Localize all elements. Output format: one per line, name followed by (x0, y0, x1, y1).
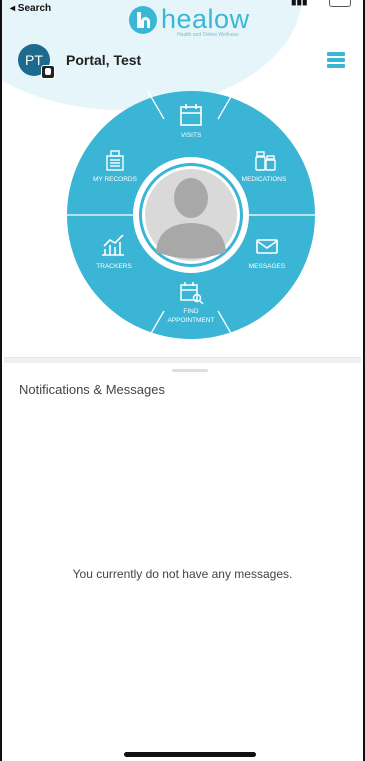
signal-icon: ▮▮▮ (291, 0, 308, 7)
avatar-initials: PT (25, 52, 43, 68)
user-profile[interactable]: PT Portal, Test (18, 44, 142, 79)
wheel-label-appointment: APPOINTMENT (168, 317, 215, 324)
healow-logo-icon (129, 6, 157, 34)
wheel-label-messages: MESSAGES (249, 263, 286, 270)
battery-icon (329, 0, 351, 7)
home-indicator[interactable] (124, 752, 256, 757)
wheel-label-trackers: TRACKERS (96, 263, 132, 270)
profile-photo-placeholder[interactable] (145, 169, 237, 261)
healow-logo: healow Health and Online Wellness (129, 6, 250, 38)
brand-name: healow (161, 4, 250, 34)
user-name: Portal, Test (66, 52, 142, 68)
dashboard-wheel: VISITS MEDICATIONS MESSAGES FIND APPOINT… (66, 90, 316, 340)
grid-menu-icon[interactable] (327, 52, 345, 68)
wheel-label-medications: MEDICATIONS (242, 176, 287, 183)
contact-card-icon (41, 65, 55, 79)
wheel-label-my-records: MY RECORDS (93, 176, 138, 183)
app-screen: ◂ Search ▮▮▮ healow Health and Online We… (0, 0, 365, 761)
brand-tagline: Health and Online Wellness (177, 32, 239, 38)
back-to-search-link[interactable]: ◂ Search (10, 3, 51, 14)
avatar[interactable]: PT (18, 44, 55, 79)
drag-handle[interactable] (172, 369, 208, 372)
empty-messages-text: You currently do not have any messages. (72, 567, 293, 581)
wheel-label-visits: VISITS (181, 132, 202, 139)
section-divider (4, 357, 361, 363)
notifications-title: Notifications & Messages (19, 382, 165, 397)
status-indicators: ▮▮▮ (291, 0, 351, 8)
wheel-label-find: FIND (183, 308, 198, 315)
